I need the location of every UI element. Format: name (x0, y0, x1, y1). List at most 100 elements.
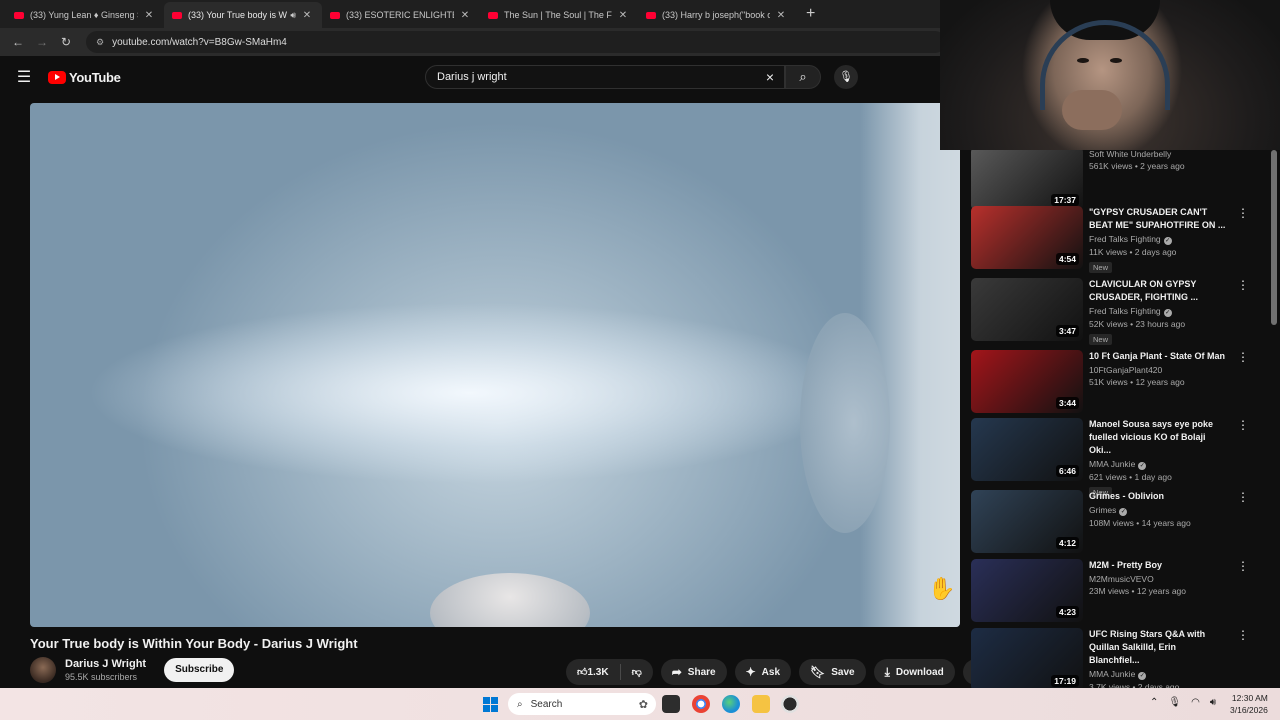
back-icon[interactable]: ← (6, 35, 30, 49)
chevron-up-icon[interactable]: ⌃ (1150, 697, 1158, 708)
webcam-eye (1077, 58, 1089, 63)
more-options-icon[interactable]: ⋮ (1233, 418, 1253, 484)
clock[interactable]: 12:30 AM 3/16/2026 (1230, 692, 1268, 716)
more-options-icon[interactable]: ⋮ (1233, 490, 1253, 556)
microphone-tray-icon[interactable]: 🎙︎ (1168, 697, 1181, 708)
video-meta: Grimes - Oblivion Grimes ✓ 108M views • 14 … (1089, 490, 1229, 556)
menu-icon[interactable]: ☰ (0, 67, 48, 87)
wifi-icon[interactable]: ◠ (1191, 697, 1200, 708)
youtube-favicon-icon (14, 11, 24, 19)
video-title-link[interactable]: CLAVICULAR ON GYPSY CRUSADER, FIGHTING .… (1089, 278, 1229, 304)
subscribe-button[interactable]: Subscribe (164, 658, 235, 682)
save-button[interactable]: 🔖︎ Save (799, 659, 866, 685)
browser-tab[interactable]: (33) Harry b joseph("book of w ✕ (638, 2, 796, 28)
clock-time: 12:30 AM (1231, 693, 1268, 703)
recommended-video[interactable]: 4:12 Grimes - Oblivion Grimes ✓ 108M views •… (971, 490, 1261, 556)
video-frame-nose (430, 573, 590, 627)
more-options-icon[interactable]: ⋮ (1233, 206, 1253, 272)
url-text: youtube.com/watch?v=B8Gw-SMaHm4 (112, 36, 287, 48)
close-tab-icon[interactable]: ✕ (616, 10, 630, 21)
video-title-link[interactable]: "GYPSY CRUSADER CAN'T BEAT ME" SUPAHOTFI… (1089, 206, 1229, 232)
video-stats: 108M views • 14 years ago (1089, 518, 1191, 528)
close-tab-icon[interactable]: ✕ (142, 10, 156, 21)
more-options-icon[interactable]: ⋮ (1233, 559, 1253, 625)
volume-icon[interactable]: 🔊︎ (1210, 697, 1216, 708)
obs-icon[interactable] (781, 695, 799, 713)
new-tab-button[interactable]: + (796, 2, 825, 28)
search-button[interactable]: ⌕ (785, 65, 821, 89)
recommended-video[interactable]: 6:46 Manoel Sousa says eye poke fuelled v… (971, 418, 1261, 498)
video-title-link[interactable]: 10 Ft Ganja Plant - State Of Man (1089, 350, 1229, 363)
like-button[interactable]: 👍︎ 1.3K (566, 659, 620, 685)
video-channel[interactable]: Grimes ✓ (1089, 505, 1229, 516)
video-stats: 621 views • 1 day ago (1089, 472, 1172, 482)
video-title-link[interactable]: UFC Rising Stars Q&A with Quillan Salkil… (1089, 628, 1229, 667)
video-channel[interactable]: MMA Junkie ✓ (1089, 459, 1229, 470)
more-options-icon[interactable]: ⋮ (1233, 278, 1253, 344)
video-thumbnail[interactable]: 17:19 (971, 628, 1083, 690)
video-thumbnail[interactable]: 3:44 (971, 350, 1083, 413)
channel-name[interactable]: Darius J Wright (65, 658, 146, 670)
more-options-icon[interactable]: ⋮ (1233, 628, 1253, 690)
video-thumbnail[interactable]: 6:46 (971, 418, 1083, 481)
video-channel[interactable]: Fred Talks Fighting ✓ (1089, 306, 1229, 317)
taskbar-search[interactable]: ⌕ Search ✿ (508, 693, 656, 715)
edge-icon[interactable] (722, 695, 740, 713)
search-input[interactable]: Darius j wright × (425, 65, 785, 89)
video-thumbnail[interactable]: 4:23 (971, 559, 1083, 622)
search-icon: ⌕ (517, 698, 523, 710)
hand-watermark-icon: ✋ (928, 576, 956, 601)
close-tab-icon[interactable]: ✕ (300, 10, 314, 21)
recommended-video[interactable]: 3:44 10 Ft Ganja Plant - State Of Man 10Ft… (971, 350, 1261, 416)
browser-tab[interactable]: (33) Your True body is Withi🔊︎ ✕ (164, 2, 322, 28)
video-title-link[interactable]: Grimes - Oblivion (1089, 490, 1229, 503)
video-player[interactable]: ✋ (30, 103, 960, 627)
search-icon: ⌕ (799, 69, 807, 84)
video-channel[interactable]: Soft White Underbelly (1089, 150, 1229, 159)
task-view-icon[interactable] (662, 695, 680, 713)
browser-tab[interactable]: (33) Yung Lean ♦ Ginseng Strip ✕ (6, 2, 164, 28)
clear-search-icon[interactable]: × (756, 69, 784, 85)
chrome-icon[interactable] (692, 695, 710, 713)
ask-button[interactable]: ✦ Ask (734, 659, 792, 685)
download-button[interactable]: ⤓ Download (873, 659, 955, 685)
video-title-link[interactable]: M2M - Pretty Boy (1089, 559, 1229, 572)
video-channel[interactable]: M2MmusicVEVO (1089, 574, 1229, 584)
browser-tab[interactable]: The Sun | The Soul | The Four E ✕ (480, 2, 638, 28)
recommended-video[interactable]: 3:47 CLAVICULAR ON GYPSY CRUSADER, FIGHTI… (971, 278, 1261, 345)
dislike-button[interactable]: 👎︎ (621, 659, 653, 685)
video-thumbnail[interactable]: 17:37 (971, 150, 1083, 210)
video-duration: 4:54 (1055, 253, 1079, 265)
youtube-favicon-icon (330, 11, 340, 19)
site-info-icon[interactable]: ⚙ (96, 37, 104, 48)
more-options-icon[interactable]: ⋮ (1233, 350, 1253, 416)
video-channel[interactable]: MMA Junkie ✓ (1089, 669, 1229, 680)
video-channel[interactable]: 10FtGanjaPlant420 (1089, 365, 1229, 375)
video-title-link[interactable]: Manoel Sousa says eye poke fuelled vicio… (1089, 418, 1229, 457)
voice-search-button[interactable]: 🎙 (834, 65, 858, 89)
browser-tab[interactable]: (33) ESOTERIC ENLIGHTENMEN ✕ (322, 2, 480, 28)
video-stats: 561K views • 2 years ago (1089, 161, 1185, 171)
address-bar[interactable]: ⚙ youtube.com/watch?v=B8Gw-SMaHm4 (86, 31, 946, 53)
recommended-video[interactable]: 17:19 UFC Rising Stars Q&A with Quillan S… (971, 628, 1261, 690)
video-thumbnail[interactable]: 4:12 (971, 490, 1083, 553)
recommended-video[interactable]: 17:37 Soft White Underbelly 561K views • 2… (971, 150, 1261, 213)
close-tab-icon[interactable]: ✕ (774, 10, 788, 21)
share-button[interactable]: ➦ Share (660, 659, 727, 685)
reload-icon[interactable]: ↻ (54, 35, 78, 49)
youtube-logo[interactable]: YouTube (48, 70, 121, 85)
recommended-video[interactable]: 4:54 "GYPSY CRUSADER CAN'T BEAT ME" SUPAH… (971, 206, 1261, 273)
close-tab-icon[interactable]: ✕ (458, 10, 472, 21)
video-thumbnail[interactable]: 3:47 (971, 278, 1083, 341)
sidebar-scrollbar[interactable] (1271, 150, 1277, 325)
channel-avatar[interactable] (30, 657, 56, 683)
recommended-video[interactable]: 4:23 M2M - Pretty Boy M2MmusicVEVO 23M view… (971, 559, 1261, 625)
forward-icon[interactable]: → (30, 35, 54, 49)
video-thumbnail[interactable]: 4:54 (971, 206, 1083, 269)
video-title: Your True body is Within Your Body - Dar… (30, 636, 358, 651)
new-badge: New (1089, 334, 1113, 345)
speaker-icon[interactable]: 🔊︎ (290, 10, 296, 21)
windows-start-icon[interactable] (483, 697, 498, 712)
file-explorer-icon[interactable] (752, 695, 770, 713)
video-channel[interactable]: Fred Talks Fighting ✓ (1089, 234, 1229, 245)
